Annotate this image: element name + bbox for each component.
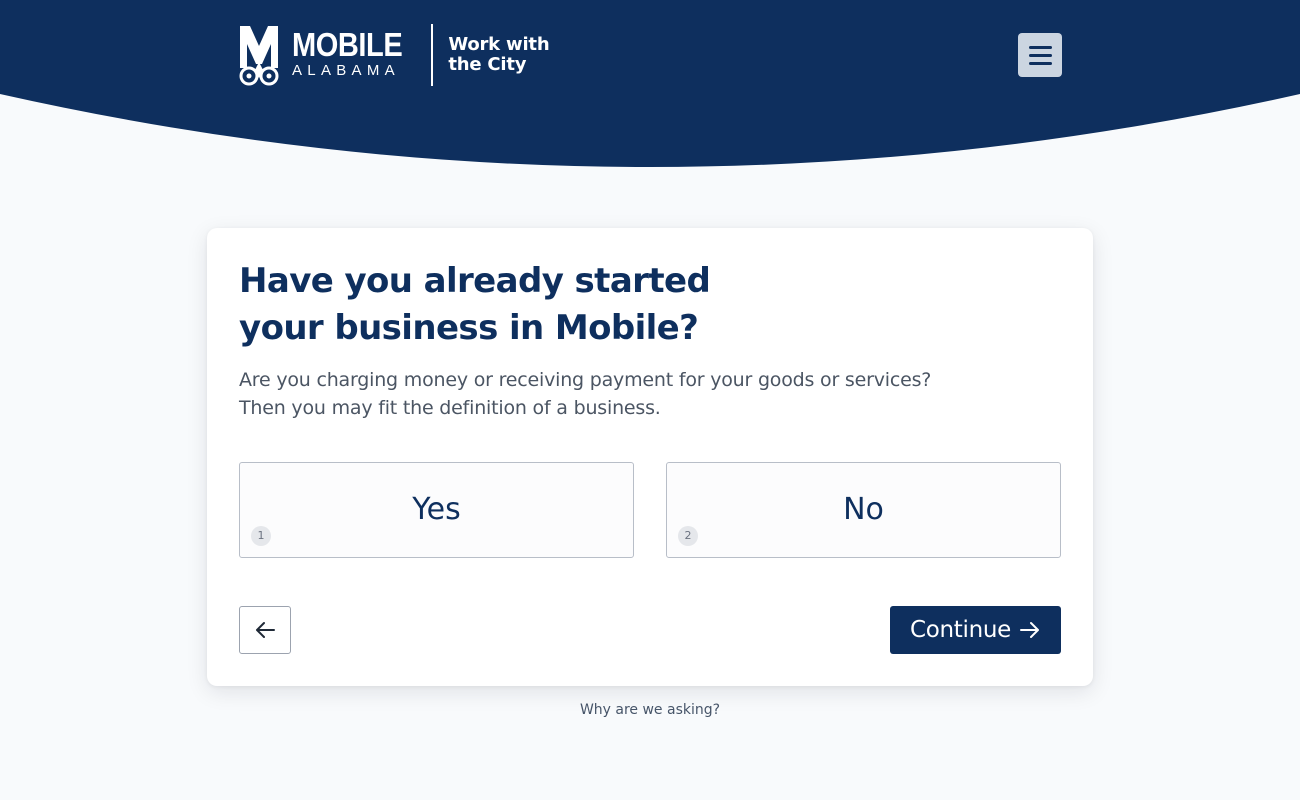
question-title-line-1: Have you already started (239, 261, 711, 301)
choice-no-label: No (843, 492, 884, 527)
menu-button[interactable] (1018, 33, 1062, 77)
logo-alabama-text: ALABAMA (292, 62, 400, 79)
logo-divider (431, 24, 434, 86)
help-line-2: Then you may fit the definition of a bus… (239, 397, 661, 419)
tagline-line-2: the City (448, 54, 527, 75)
header-banner (0, 0, 1300, 167)
question-title-line-2: your business in Mobile? (239, 308, 699, 348)
continue-label: Continue (909, 617, 1012, 643)
hamburger-menu-icon (1028, 45, 1052, 49)
arrow-left-icon (256, 622, 275, 638)
choice-no-button[interactable]: No 2 (666, 462, 1061, 558)
arrow-right-icon (1020, 622, 1040, 638)
choice-yes-shortcut-badge: 1 (251, 526, 271, 546)
choice-no-shortcut-badge: 2 (678, 526, 698, 546)
help-line-1: Are you charging money or receiving paym… (239, 369, 932, 391)
choice-yes-button[interactable]: Yes 1 (239, 462, 634, 558)
why-are-we-asking-link[interactable]: Why are we asking? (0, 702, 1300, 718)
hamburger-menu-icon-bar (1028, 61, 1052, 65)
hamburger-menu-icon-bar (1028, 53, 1052, 57)
city-logo[interactable]: MOBILE ALABAMA Work with the City (238, 24, 550, 86)
back-button[interactable] (239, 606, 291, 654)
logo-tagline: Work with the City (448, 35, 549, 75)
continue-button[interactable]: Continue (890, 606, 1061, 654)
logo-wordmark: MOBILE ALABAMA (292, 26, 417, 80)
logo-mobile-text: MOBILE (292, 26, 403, 63)
question-card: Have you already started your business i… (207, 228, 1093, 686)
tagline-line-1: Work with (448, 34, 550, 55)
choice-yes-label: Yes (412, 492, 461, 527)
question-title: Have you already started your business i… (239, 258, 739, 352)
question-help-text: Are you charging money or receiving paym… (239, 366, 959, 422)
mobile-m-emblem-icon (239, 26, 279, 86)
